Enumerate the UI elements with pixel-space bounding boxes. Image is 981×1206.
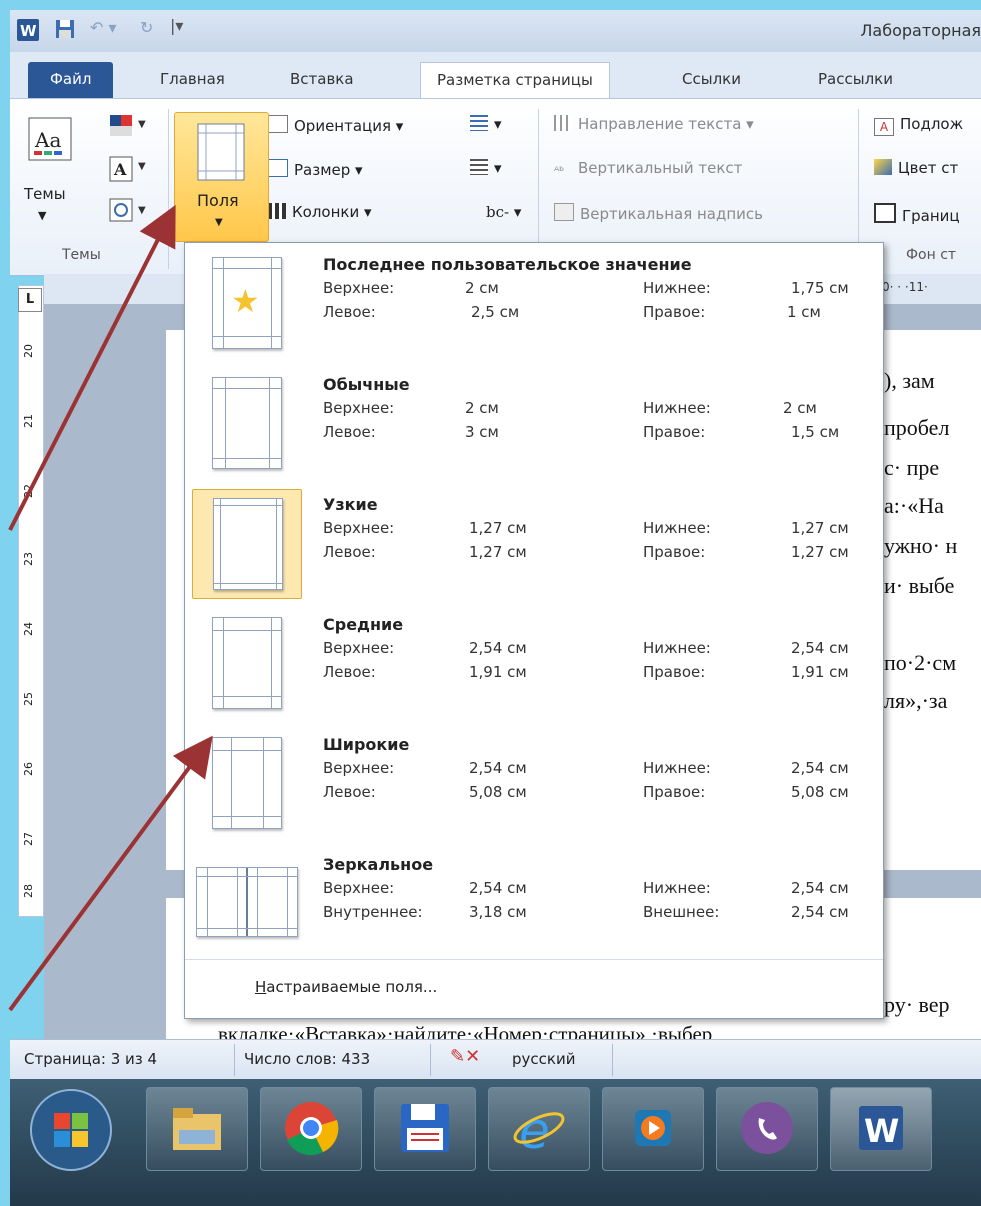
annotation-arrows [8, 204, 213, 1012]
arrow-to-margins-button [8, 204, 176, 531]
arrow-to-custom-margins [8, 735, 213, 1012]
